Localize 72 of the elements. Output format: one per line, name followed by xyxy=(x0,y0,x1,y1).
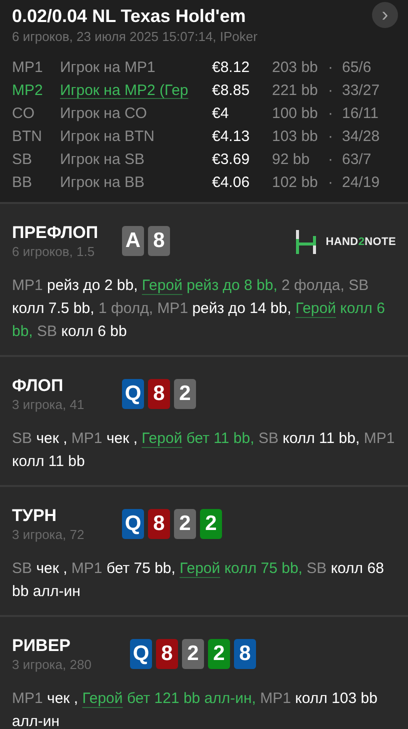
street-info: 6 игроков, 1.5 xyxy=(12,244,96,260)
playing-card: 8 xyxy=(234,639,256,669)
player-stats: 16/11 xyxy=(342,104,380,124)
player-position: BTN xyxy=(12,127,43,147)
separator-dot: · xyxy=(328,173,334,193)
player-stack: €3.69 xyxy=(212,150,251,170)
street-info: 3 игрока, 41 xyxy=(12,397,86,413)
player-big-blinds: 100 bb xyxy=(272,104,319,124)
playing-card: Q xyxy=(130,639,152,669)
hero-link[interactable]: Герой xyxy=(82,690,123,707)
hero-link[interactable]: Герой xyxy=(142,277,182,294)
player-big-blinds: 203 bb xyxy=(272,58,319,78)
hand-info: 6 игроков, 23 июля 2025 15:07:14, IPoker xyxy=(12,28,258,46)
player-name: Игрок на BTN xyxy=(60,127,156,147)
player-name[interactable]: Игрок на MP2 (Гер xyxy=(60,79,212,102)
player-position: MP2 xyxy=(12,81,44,101)
playing-card: 8 xyxy=(148,509,170,539)
separator-dot: · xyxy=(328,81,334,101)
player-name: Игрок на CO xyxy=(60,104,148,124)
player-position: MP1 xyxy=(12,58,44,78)
player-big-blinds: 92 bb xyxy=(272,150,311,170)
playing-card: 8 xyxy=(148,226,170,256)
logo-icon xyxy=(296,230,316,254)
playing-card: 2 xyxy=(174,509,196,539)
player-name: Игрок на BB xyxy=(60,173,146,193)
street-info: 3 игрока, 280 xyxy=(12,657,92,673)
hero-link[interactable]: Герой xyxy=(295,300,336,317)
playing-card: 2 xyxy=(182,639,204,669)
playing-card: Q xyxy=(122,379,144,409)
street-title: ПРЕФЛОП xyxy=(12,222,100,244)
player-stats: 63/7 xyxy=(342,150,372,170)
player-stack: €4.06 xyxy=(212,173,251,193)
player-position: SB xyxy=(12,150,34,170)
player-name: Игрок на MP1 xyxy=(60,58,156,78)
playing-card: 8 xyxy=(148,379,170,409)
player-big-blinds: 221 bb xyxy=(272,81,319,101)
player-stats: 33/27 xyxy=(342,81,381,101)
player-big-blinds: 102 bb xyxy=(272,173,319,193)
player-position: CO xyxy=(12,104,36,124)
playing-card: 8 xyxy=(156,639,178,669)
player-stack: €8.85 xyxy=(212,81,251,101)
playing-card: 2 xyxy=(174,379,196,409)
playing-card: A xyxy=(122,226,144,256)
player-stack: €4 xyxy=(212,104,230,124)
separator-dot: · xyxy=(328,58,334,78)
action-line: MP1 рейз до 2 bb, Герой рейз до 8 bb, 2 фолда, SB колл 7.5 bb, 1 фолд, MP1 рейз до 14 bb, Герой колл 6 bb, SB колл 6 bb xyxy=(12,276,386,342)
player-big-blinds: 103 bb xyxy=(272,127,319,147)
hero-link[interactable]: Герой xyxy=(142,430,182,447)
street-title: РИВЕР xyxy=(12,635,72,657)
separator-dot: · xyxy=(328,150,334,170)
separator-dot: · xyxy=(328,104,334,124)
separator-dot: · xyxy=(328,127,334,147)
player-stats: 24/19 xyxy=(342,173,381,193)
player-stack: €4.13 xyxy=(212,127,251,147)
logo-text: HAND2NOTE xyxy=(326,236,396,248)
player-stack: €8.12 xyxy=(212,58,251,78)
player-name: Игрок на SB xyxy=(60,150,146,170)
playing-card: 2 xyxy=(200,509,222,539)
hero-link[interactable]: Герой xyxy=(180,560,220,577)
player-stats: 34/28 xyxy=(342,127,381,147)
action-line: SB чек , MP1 чек , Герой бет 11 bb, SB колл 11 bb, MP1 колл 11 bb xyxy=(12,429,396,472)
hand-title: 0.02/0.04 NL Texas Hold'em xyxy=(12,5,246,28)
player-position: BB xyxy=(12,173,34,193)
player-stats: 65/6 xyxy=(342,58,372,78)
action-line: MP1 чек , Герой бет 121 bb алл-ин, MP1 колл 103 bb алл-ин xyxy=(12,689,378,729)
playing-card: Q xyxy=(122,509,144,539)
next-button[interactable]: › xyxy=(372,2,398,28)
street-info: 3 игрока, 72 xyxy=(12,527,86,543)
playing-card: 2 xyxy=(208,639,230,669)
street-title: ТУРН xyxy=(12,505,58,527)
street-title: ФЛОП xyxy=(12,375,64,397)
action-line: SB чек , MP1 бет 75 bb, Герой колл 75 bb, SB колл 68 bb алл-ин xyxy=(12,559,385,602)
